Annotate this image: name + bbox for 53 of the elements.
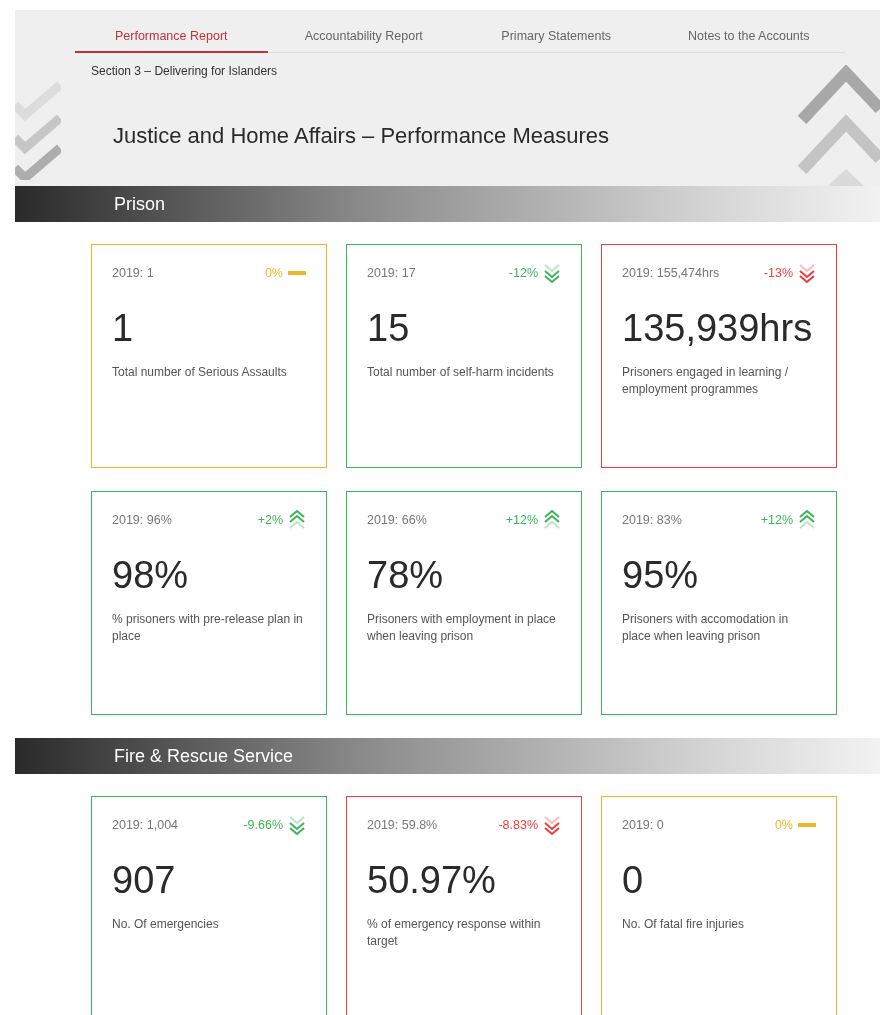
double-chevron-up-icon <box>798 509 816 531</box>
metric-label: Prisoners with employment in place when leaving prison <box>367 611 557 645</box>
section-title: Prison <box>114 193 166 215</box>
metric-label: No. Of fatal fire injuries <box>622 916 746 933</box>
dash-icon <box>798 823 816 827</box>
metric-value: 0 <box>622 859 644 902</box>
metric-label: No. Of emergencies <box>112 916 220 933</box>
metric-value: 95% <box>622 554 699 597</box>
metric-value: 15 <box>367 307 410 350</box>
metric-label: Total number of self-harm incidents <box>367 364 555 381</box>
nav-tab[interactable]: Accountability Report <box>267 20 460 53</box>
previous-value: 2019: 1,004 <box>112 818 179 832</box>
double-chevron-down-icon <box>543 814 561 836</box>
double-chevron-up-icon <box>288 509 306 531</box>
metric-label: Prisoners with accomodation in place when leaving prison <box>622 611 790 645</box>
nav-tab[interactable]: Primary Statements <box>460 20 653 53</box>
change-percent: -8.83% <box>498 818 538 832</box>
previous-value: 2019: 0 <box>622 818 664 832</box>
section-title: Fire & Rescue Service <box>114 745 294 767</box>
metric-value: 78% <box>367 554 444 597</box>
metric-value: 50.97% <box>367 859 496 902</box>
change-percent: -12% <box>508 266 538 280</box>
dash-icon <box>288 271 306 275</box>
page-title: Justice and Home Affairs – Performance Measures <box>113 123 611 149</box>
metric-label: % prisoners with pre-release plan in place <box>112 611 304 645</box>
metric-value: 1 <box>112 307 134 350</box>
previous-value: 2019: 59.8% <box>367 818 438 832</box>
metric-value: 135,939hrs <box>622 307 813 350</box>
double-chevron-down-icon <box>543 262 561 284</box>
previous-value: 2019: 83% <box>622 513 682 527</box>
change-percent: 0% <box>264 266 283 280</box>
change-percent: +12% <box>505 513 538 527</box>
previous-value: 2019: 17 <box>367 266 416 280</box>
change-percent: +2% <box>257 513 283 527</box>
previous-value: 2019: 155,474hrs <box>622 266 720 280</box>
double-chevron-up-icon <box>543 509 561 531</box>
change-percent: -13% <box>763 266 793 280</box>
change-percent: 0% <box>774 818 793 832</box>
breadcrumb: Section 3 – Delivering for Islanders <box>91 64 278 78</box>
previous-value: 2019: 1 <box>112 266 154 280</box>
double-chevron-down-icon <box>288 814 306 836</box>
metric-label: Total number of Serious Assaults <box>112 364 288 381</box>
previous-value: 2019: 96% <box>112 513 172 527</box>
nav-tab[interactable]: Notes to the Accounts <box>652 20 845 53</box>
metric-value: 907 <box>112 859 176 902</box>
double-chevron-down-icon <box>798 262 816 284</box>
metric-label: % of emergency response within target <box>367 916 542 950</box>
change-percent: -9.66% <box>243 818 283 832</box>
nav-tab[interactable]: Performance Report <box>75 20 268 53</box>
metric-value: 98% <box>112 554 189 597</box>
previous-value: 2019: 66% <box>367 513 427 527</box>
change-percent: +12% <box>760 513 793 527</box>
metric-label: Prisoners engaged in learning / employment programmes <box>622 364 790 398</box>
